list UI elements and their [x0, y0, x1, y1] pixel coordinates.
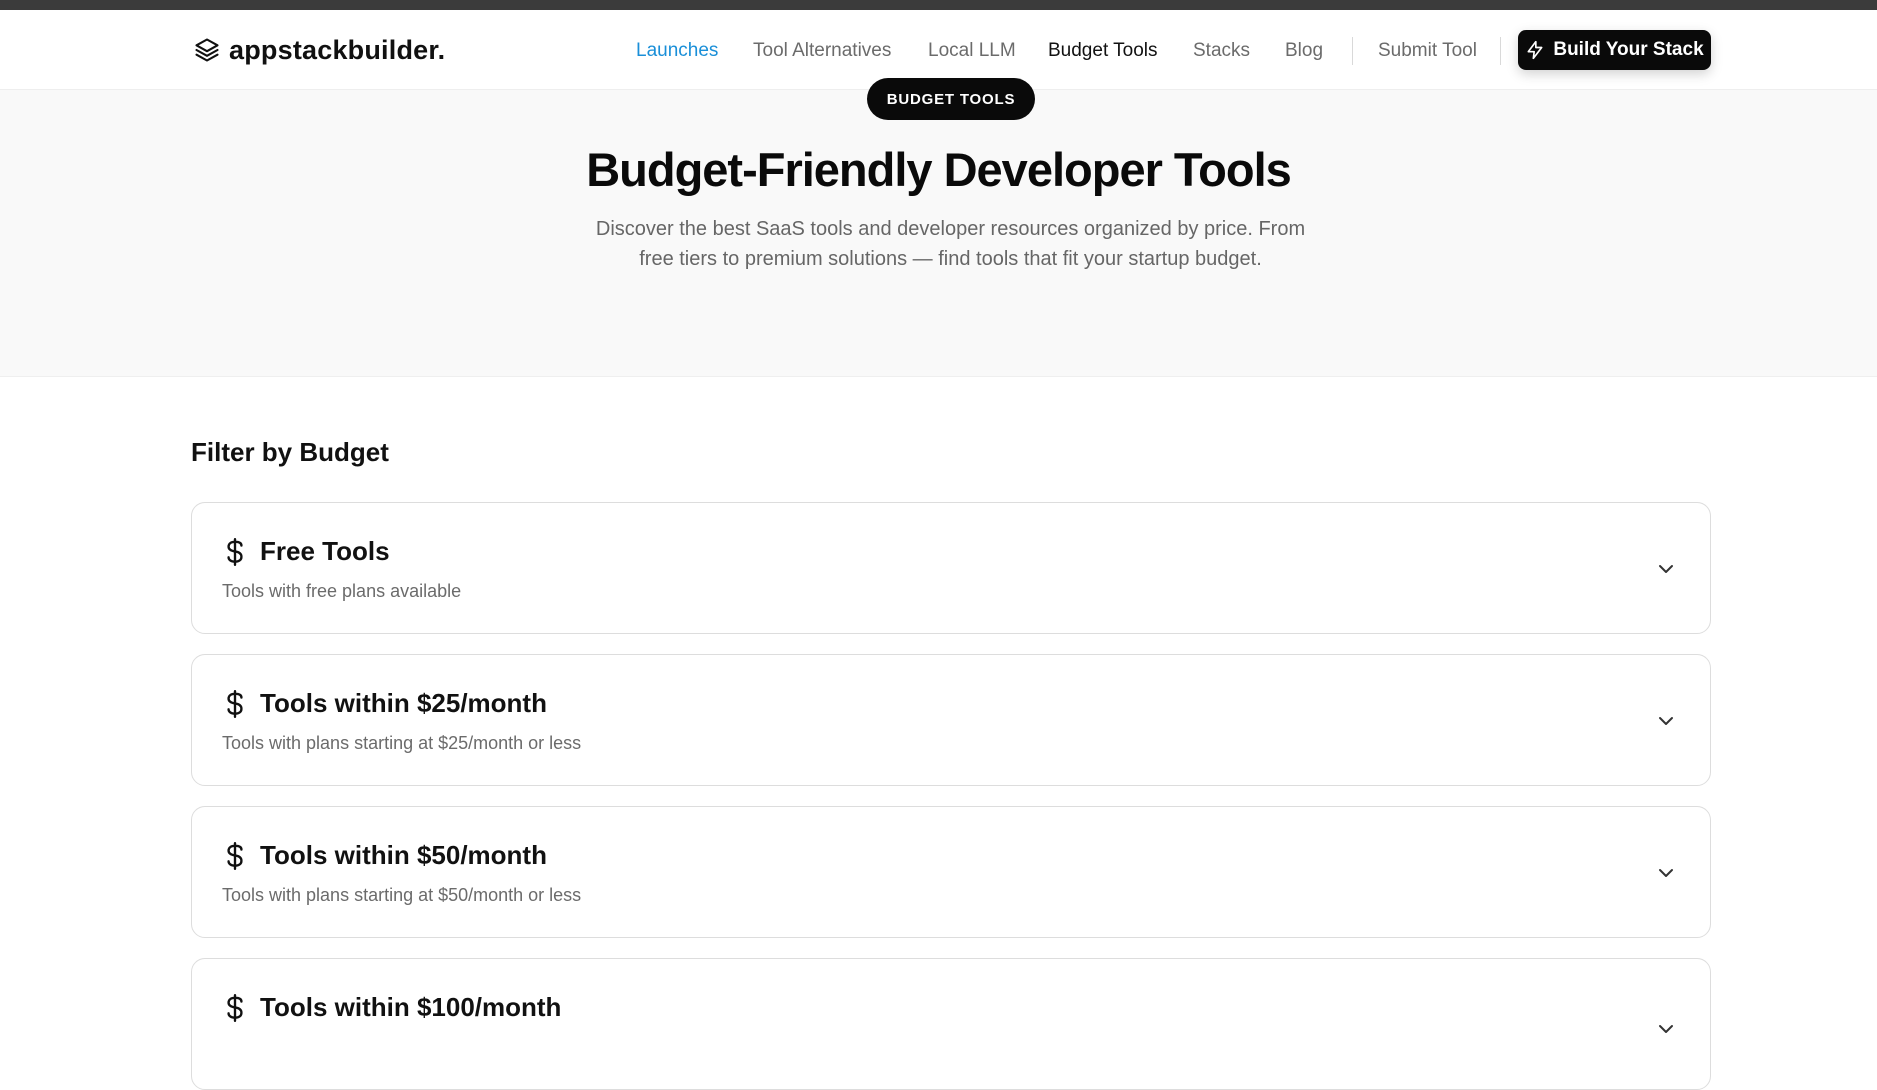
card-title: Tools within $100/month: [260, 992, 562, 1022]
card-header: Tools within $25/month: [222, 688, 547, 719]
filter-heading: Filter by Budget: [191, 437, 389, 467]
nav-local-llm[interactable]: Local LLM: [928, 38, 1016, 64]
hero-badge: BUDGET TOOLS: [867, 78, 1035, 120]
card-subtitle: Tools with plans starting at $25/month o…: [222, 733, 582, 753]
budget-card-free[interactable]: Free Tools Tools with free plans availab…: [191, 502, 1711, 634]
chevron-down-icon: [1659, 869, 1673, 877]
nav-stacks[interactable]: Stacks: [1193, 38, 1250, 64]
nav-launches[interactable]: Launches: [636, 38, 718, 64]
card-subtitle: Tools with free plans available: [222, 581, 462, 601]
lightning-icon: [1527, 40, 1543, 60]
nav-tool-alternatives[interactable]: Tool Alternatives: [753, 38, 891, 64]
card-title: Free Tools: [260, 536, 390, 566]
card-title: Tools within $50/month: [260, 840, 547, 870]
hero-section: BUDGET TOOLS Budget-Friendly Developer T…: [0, 78, 1877, 377]
dollar-icon: [227, 841, 243, 870]
budget-card-25[interactable]: Tools within $25/month Tools with plans …: [191, 654, 1711, 786]
nav-divider: [1352, 37, 1353, 65]
dollar-icon: [227, 689, 243, 718]
card-subtitle: Tools with plans starting at $50/month o…: [222, 885, 582, 905]
nav-budget-tools[interactable]: Budget Tools: [1048, 38, 1158, 64]
chevron-down-icon: [1659, 717, 1673, 725]
dollar-icon: [227, 993, 243, 1022]
nav-divider: [1500, 37, 1501, 65]
build-your-stack-label: Build Your Stack: [1553, 39, 1704, 60]
nav-blog[interactable]: Blog: [1285, 38, 1323, 64]
card-title: Tools within $25/month: [260, 688, 547, 718]
hero-description: Discover the best SaaS tools and develop…: [595, 218, 1306, 270]
card-header: Tools within $100/month: [222, 992, 561, 1023]
card-header: Tools within $50/month: [222, 840, 547, 871]
card-header: Free Tools: [222, 536, 390, 567]
chevron-down-icon: [1659, 1025, 1673, 1033]
budget-card-50[interactable]: Tools within $50/month Tools with plans …: [191, 806, 1711, 938]
dollar-icon: [227, 537, 243, 566]
chevron-down-icon: [1659, 565, 1673, 573]
page-title: Budget-Friendly Developer Tools: [586, 143, 1292, 196]
nav-submit-tool[interactable]: Submit Tool: [1378, 38, 1477, 64]
budget-card-100[interactable]: Tools within $100/month: [191, 958, 1711, 1090]
build-your-stack-button[interactable]: Build Your Stack: [1518, 30, 1711, 70]
browser-top-strip: [0, 0, 1877, 10]
